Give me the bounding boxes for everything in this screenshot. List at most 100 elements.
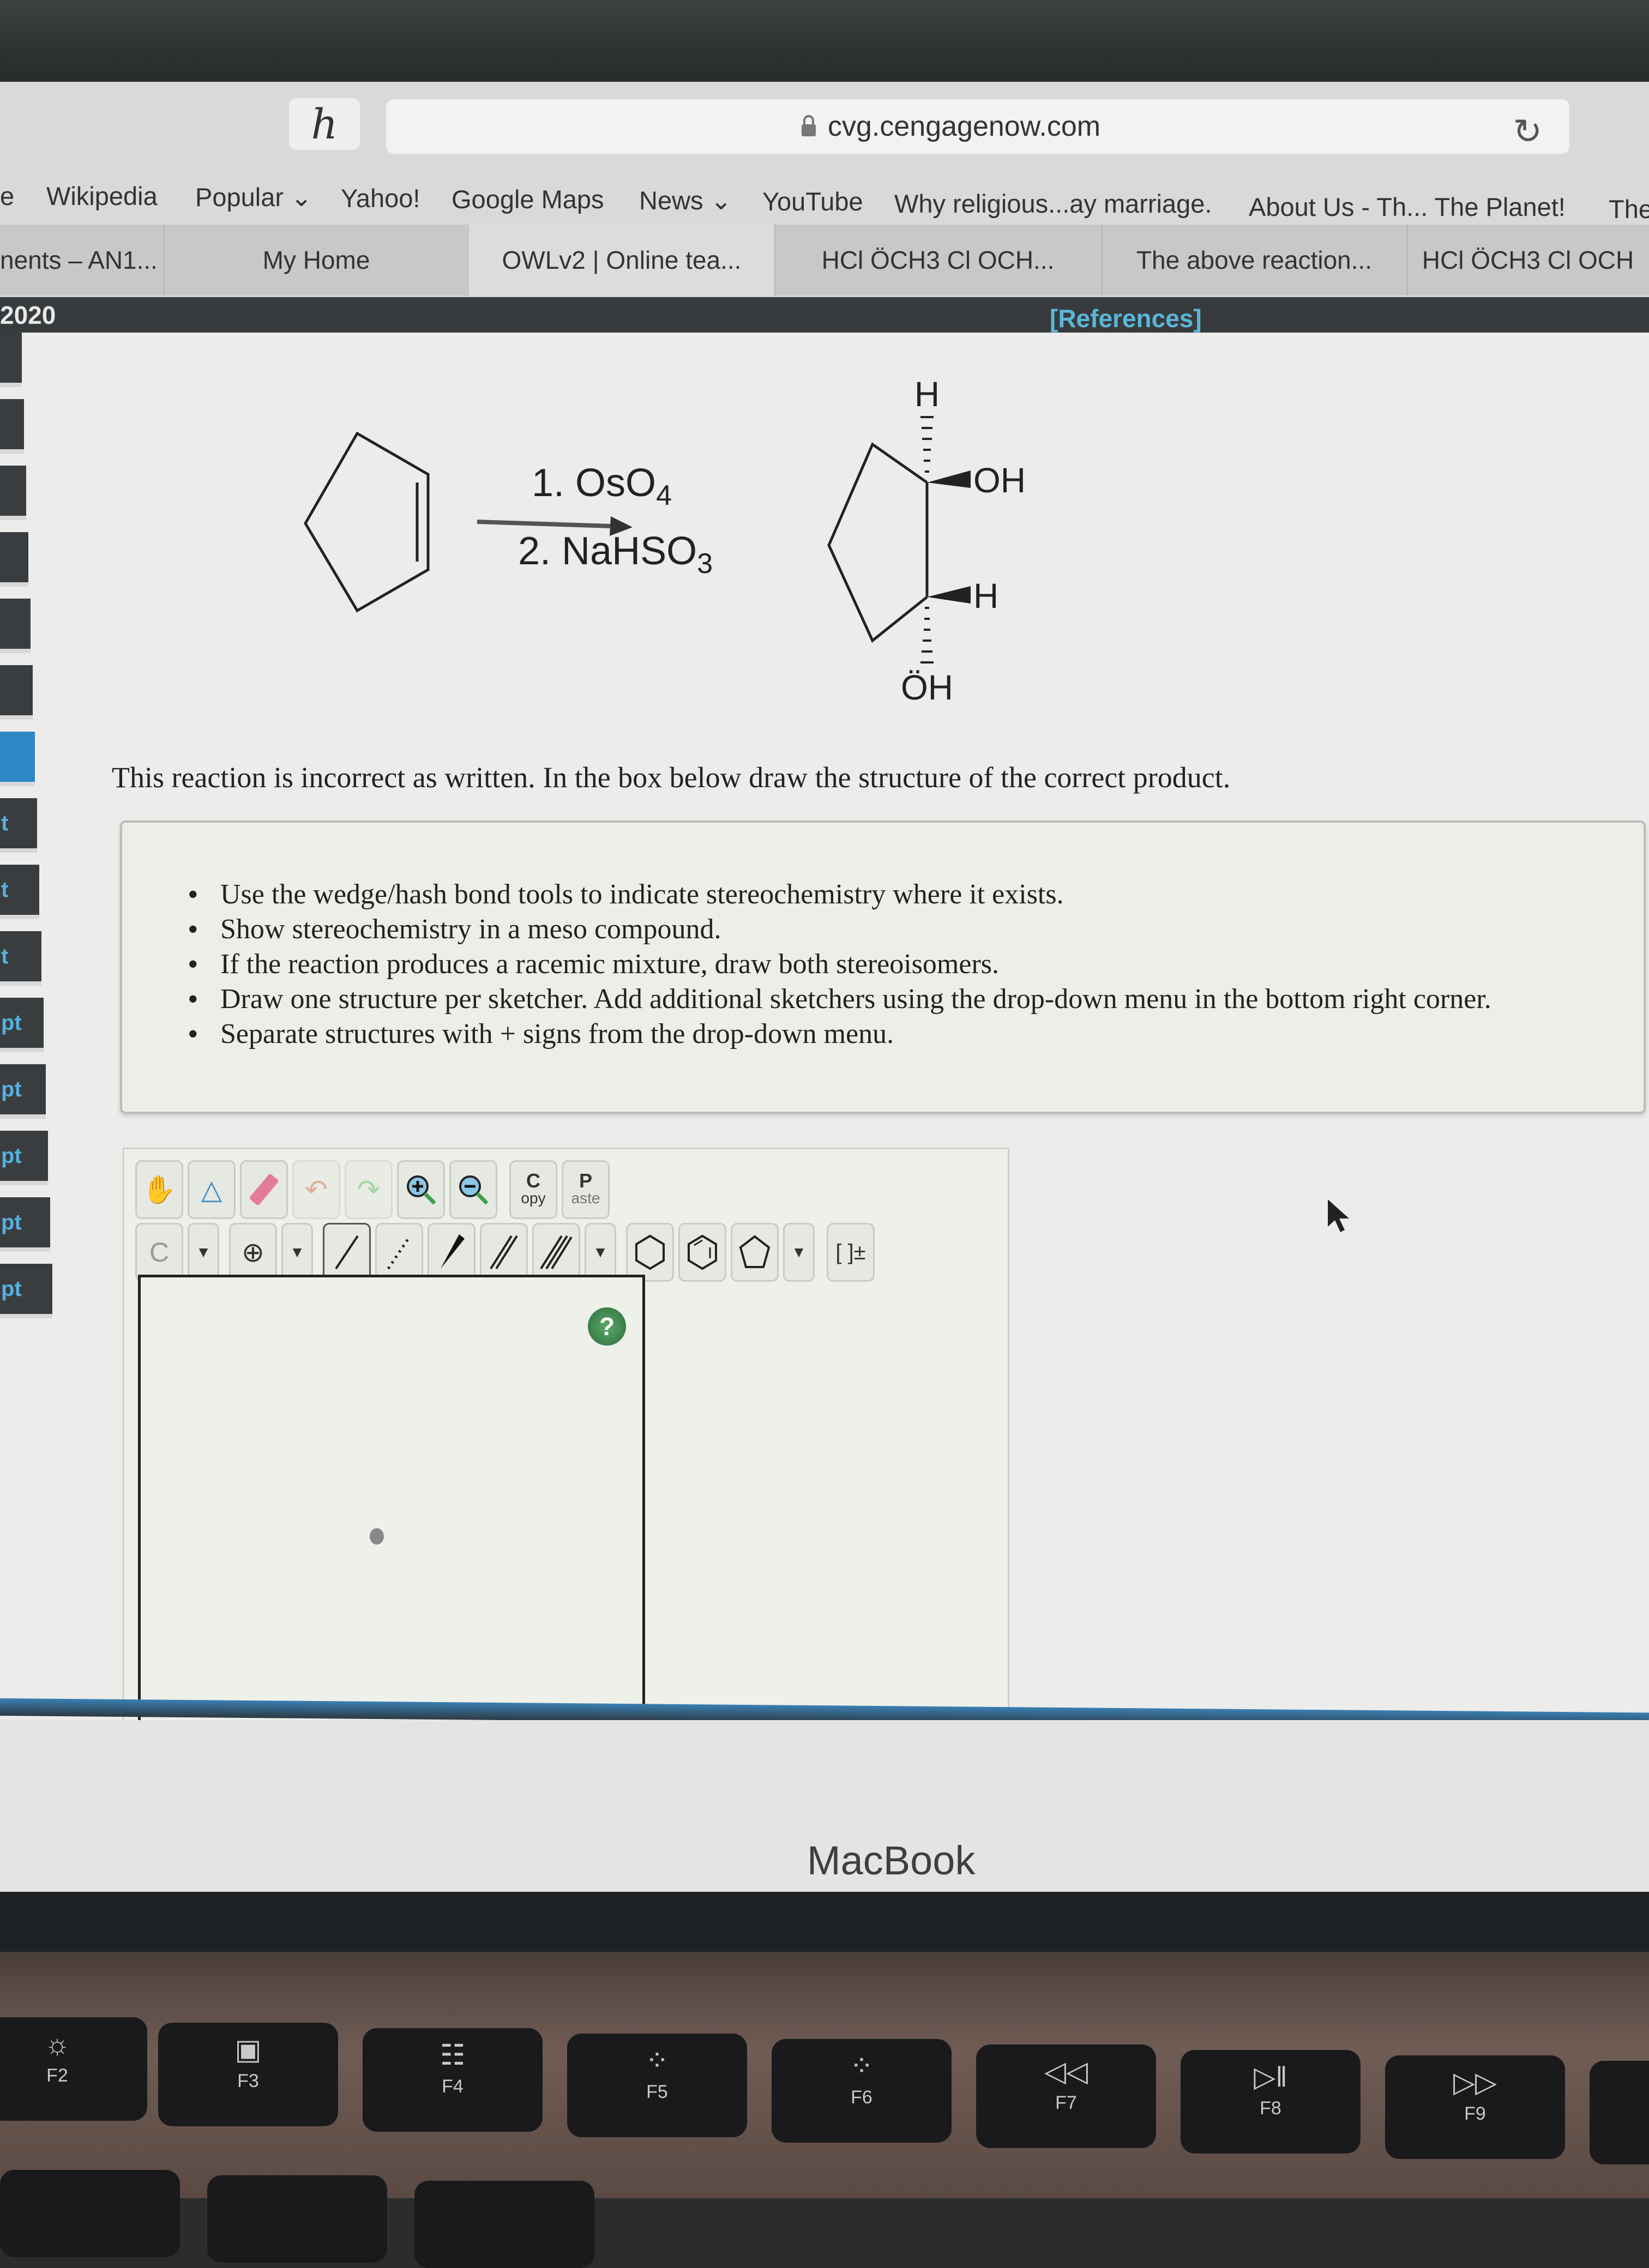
sidebar-question-item[interactable]: t: [0, 931, 41, 986]
bracket-tool-button[interactable]: [ ]±: [827, 1223, 875, 1282]
sidebar-question-item[interactable]: [0, 665, 33, 720]
key-f5[interactable]: ⁘ F5: [567, 2034, 747, 2137]
reload-icon[interactable]: ↻: [1513, 111, 1542, 152]
sidebar-question-item[interactable]: [0, 466, 26, 520]
tab-hcl-och3-2[interactable]: HCl ÖCH3 Cl OCH: [1407, 225, 1649, 295]
cyclopentene-structure: [304, 431, 430, 613]
sidebar-question-item[interactable]: pt: [0, 998, 44, 1052]
cyclohexane-icon: [635, 1234, 665, 1270]
atom-dropdown[interactable]: ▼: [188, 1223, 219, 1282]
bookmark-about-us[interactable]: About Us - Th... The Planet!: [1249, 192, 1566, 222]
charge-dropdown[interactable]: ▼: [281, 1223, 313, 1282]
redo-button[interactable]: ↷: [345, 1160, 393, 1219]
double-bond-button[interactable]: [480, 1223, 528, 1282]
eraser-tool-button[interactable]: [240, 1160, 288, 1219]
key-label: F3: [237, 2071, 259, 2091]
bookmark[interactable]: e: [0, 181, 14, 211]
sidebar-question-item[interactable]: [0, 532, 28, 587]
wedge-bond-button[interactable]: [428, 1223, 476, 1282]
laptop-screen: h cvg.cengagenow.com ↻ e Wikipedia Popul…: [0, 82, 1649, 1892]
paste-button[interactable]: Paste: [562, 1160, 610, 1219]
sidebar-question-item[interactable]: pt: [0, 1064, 46, 1119]
address-bar[interactable]: cvg.cengagenow.com ↻: [386, 99, 1569, 154]
bookmark-yahoo[interactable]: Yahoo!: [341, 183, 420, 213]
bookmark-popular[interactable]: Popular ⌄: [195, 182, 312, 213]
plus-charge-icon: ⊕: [242, 1237, 264, 1268]
key-f9[interactable]: ▷▷ F9: [1385, 2055, 1565, 2159]
sidebar-question-item[interactable]: [0, 333, 22, 387]
wash-bottle-icon: △: [201, 1174, 222, 1205]
ring-dropdown[interactable]: ▼: [783, 1223, 815, 1282]
sidebar-question-item[interactable]: pt: [0, 1197, 50, 1252]
product-structure: [827, 442, 929, 643]
bookmark-news[interactable]: News ⌄: [639, 185, 732, 216]
copy-label-sub: opy: [521, 1190, 546, 1207]
reagent-1-subscript: 4: [656, 480, 672, 511]
tab-hcl-och3-1[interactable]: HCl ÖCH3 Cl OCH...: [774, 225, 1103, 295]
key-f8[interactable]: ▷‖ F8: [1181, 2050, 1361, 2154]
key-f7[interactable]: ◁◁ F7: [976, 2044, 1156, 2148]
product-h-top: H: [914, 375, 940, 414]
key-row-2[interactable]: [207, 2175, 387, 2263]
tab-assignments[interactable]: nents – AN1...: [0, 225, 165, 295]
sidebar-question-item[interactable]: t: [0, 798, 37, 853]
pan-tool-button[interactable]: ✋: [135, 1160, 183, 1219]
key-label: F7: [1055, 2092, 1077, 2113]
home-icon: h: [311, 100, 338, 148]
home-button[interactable]: h: [289, 98, 360, 150]
svg-text:1. OsO4: 1. OsO4: [532, 461, 672, 511]
bookmark-the[interactable]: The: [1609, 194, 1649, 224]
bookmark-youtube[interactable]: YouTube: [762, 186, 863, 216]
zoom-out-button[interactable]: [449, 1160, 497, 1219]
mission-control-icon: ▣: [234, 2034, 262, 2066]
bond-dropdown[interactable]: ▼: [585, 1223, 616, 1282]
tab-my-home[interactable]: My Home: [164, 225, 470, 295]
tab-label: My Home: [262, 246, 370, 274]
single-bond-button[interactable]: [323, 1223, 371, 1282]
tab-above-reaction[interactable]: The above reaction...: [1102, 225, 1408, 295]
benzene-button[interactable]: [678, 1223, 726, 1282]
clean-tool-button[interactable]: △: [188, 1160, 236, 1219]
charge-tool-button[interactable]: ⊕: [229, 1223, 277, 1282]
key-f2[interactable]: ☼ F2: [0, 2017, 147, 2121]
key-f6[interactable]: ⁘ F6: [772, 2039, 952, 2143]
hash-bond-button[interactable]: [375, 1223, 423, 1282]
bookmark-why-religious[interactable]: Why religious...ay marriage.: [894, 189, 1212, 219]
tab-owlv2[interactable]: OWLv2 | Online tea...: [469, 225, 775, 295]
copy-button[interactable]: Copy: [509, 1160, 557, 1219]
references-link[interactable]: [References]: [1050, 304, 1202, 333]
cyclopentane-button[interactable]: [731, 1223, 779, 1282]
cyclohexane-button[interactable]: [626, 1223, 674, 1282]
key-f10[interactable]: [1590, 2061, 1649, 2164]
question-sidebar: t t t pt pt pt pt pt: [0, 333, 52, 1565]
bookmark-google-maps[interactable]: Google Maps: [452, 184, 604, 214]
key-label: F6: [851, 2087, 872, 2108]
reagent-1: 1. OsO: [532, 461, 656, 505]
sidebar-question-item[interactable]: [0, 399, 24, 454]
undo-button[interactable]: ↶: [292, 1160, 340, 1219]
sidebar-question-item[interactable]: [0, 599, 31, 653]
triple-bond-button[interactable]: [532, 1223, 580, 1282]
atom-tool-button[interactable]: C: [135, 1223, 183, 1282]
sidebar-question-item[interactable]: [0, 732, 35, 786]
sidebar-question-item[interactable]: pt: [0, 1264, 52, 1318]
tab-label: OWLv2 | Online tea...: [502, 246, 742, 274]
zoom-out-icon: [459, 1175, 489, 1205]
zoom-in-button[interactable]: [397, 1160, 445, 1219]
bookmark-wikipedia[interactable]: Wikipedia: [46, 181, 158, 211]
key-row-2[interactable]: [0, 2170, 180, 2257]
cyclopentane-icon: [739, 1235, 771, 1268]
key-f4[interactable]: ☷ F4: [363, 2028, 543, 2132]
sidebar-question-item[interactable]: t: [0, 865, 39, 919]
instruction-item: Draw one structure per sketcher. Add add…: [188, 982, 1491, 1017]
paste-label-sub: aste: [571, 1190, 600, 1207]
help-button[interactable]: ?: [588, 1307, 626, 1346]
sidebar-question-item[interactable]: pt: [0, 1131, 48, 1185]
key-label: F5: [646, 2082, 668, 2102]
bookmarks-bar: e Wikipedia Popular ⌄ Yahoo! Google Maps…: [0, 173, 1649, 224]
mouse-pointer-icon: [1328, 1199, 1349, 1232]
reaction-arrow: [477, 520, 611, 528]
wedge-bond-h: [927, 586, 971, 604]
key-row-2[interactable]: [414, 2181, 594, 2268]
key-f3[interactable]: ▣ F3: [158, 2023, 338, 2126]
